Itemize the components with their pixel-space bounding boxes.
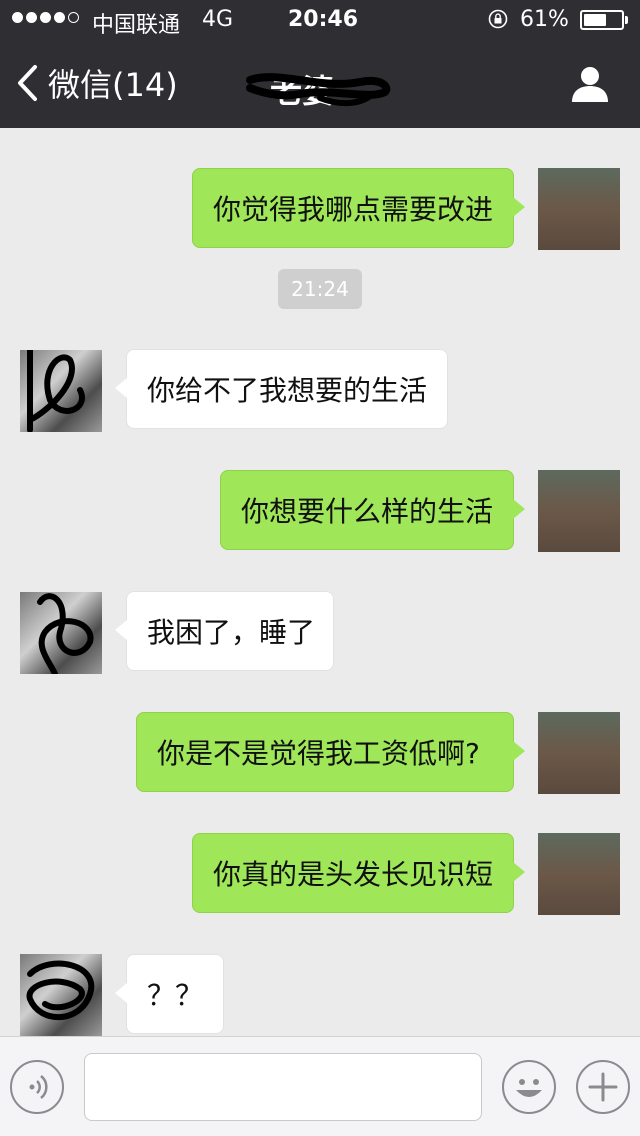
avatar-self[interactable] <box>538 833 620 915</box>
input-bar <box>0 1036 640 1136</box>
message-bubble[interactable]: 你给不了我想要的生活 <box>115 349 448 429</box>
status-bar: 中国联通 4G 20:46 61% <box>0 0 640 40</box>
back-label: 微信(14) <box>48 66 178 104</box>
avatar-contact[interactable] <box>20 954 102 1036</box>
message-bubble[interactable]: 你觉得我哪点需要改进 <box>192 168 525 248</box>
avatar-self[interactable] <box>538 168 620 250</box>
avatar-contact[interactable] <box>20 350 102 432</box>
network-type: 4G <box>202 7 234 32</box>
chat-area[interactable]: 你觉得我哪点需要改进 21:24 你给不了我想要的生活 你想要什么样的生活 我困… <box>0 128 640 1036</box>
voice-icon <box>29 1075 48 1099</box>
emoji-icon <box>516 1079 542 1097</box>
message-bubble[interactable]: 你想要什么样的生活 <box>220 470 525 550</box>
status-time: 20:46 <box>288 7 359 32</box>
plus-icon <box>588 1072 618 1102</box>
emoji-button[interactable] <box>502 1060 556 1114</box>
message-input[interactable] <box>84 1053 482 1121</box>
redaction-scribble <box>246 73 391 106</box>
voice-button[interactable] <box>10 1060 64 1114</box>
signal-strength-icon <box>12 12 79 23</box>
carrier-name: 中国联通 <box>92 13 181 38</box>
redaction-scribble <box>27 350 85 432</box>
battery-percent: 61% <box>520 7 569 32</box>
message-bubble[interactable]: 你是不是觉得我工资低啊? <box>136 712 525 792</box>
nav-bar: 微信(14) 老婆 <box>0 40 640 128</box>
plus-button[interactable] <box>576 1060 630 1114</box>
battery-icon <box>580 10 624 30</box>
avatar-self[interactable] <box>538 470 620 552</box>
rotation-lock-icon <box>488 9 508 29</box>
timestamp: 21:24 <box>278 269 362 309</box>
chevron-left-icon <box>18 65 37 101</box>
chat-title: 老婆 <box>230 60 410 110</box>
back-button[interactable]: 微信(14) <box>14 58 178 108</box>
message-bubble[interactable]: 我困了，睡了 <box>115 591 334 671</box>
avatar-contact[interactable] <box>20 592 102 674</box>
person-icon[interactable] <box>570 64 610 104</box>
message-bubble[interactable]: 你真的是头发长见识短 <box>192 833 525 913</box>
message-bubble[interactable]: ？？ <box>115 954 224 1034</box>
redaction-scribble <box>37 593 94 674</box>
redaction-scribble <box>26 960 95 1021</box>
avatar-self[interactable] <box>538 712 620 794</box>
